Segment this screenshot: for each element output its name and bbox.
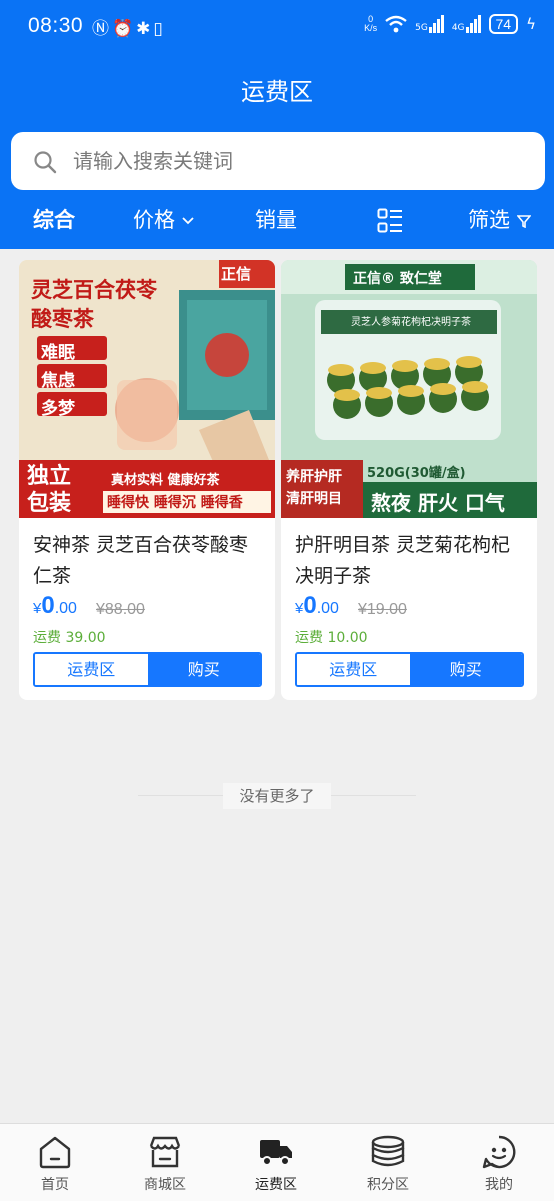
no-more-text: 没有更多了 [223, 783, 331, 809]
battery-icon: 74 [488, 14, 519, 34]
image-slogan-1: 真材实料 健康好茶 [111, 473, 220, 488]
net-speed: 0 K/s [364, 14, 378, 33]
search-input[interactable] [73, 132, 513, 190]
bluetooth-icon: ✱ [136, 19, 154, 39]
status-time: 08:30 [28, 14, 84, 37]
search-icon [34, 151, 57, 174]
shipping-zone-button[interactable]: 运费区 [35, 654, 148, 685]
tab-home[interactable]: 首页 [0, 1124, 110, 1201]
chevron-down-icon [182, 217, 194, 225]
shipping-fee: 运费 10.00 [295, 630, 368, 646]
product-card[interactable]: 正信 灵芝百合茯苓 酸枣茶 难眠 焦虑 多梦 独立 包装 真材实料 健康好茶 睡… [19, 260, 275, 700]
buy-button[interactable]: 购买 [147, 654, 260, 685]
product-price: ¥0.00 [33, 592, 77, 619]
sort-bar: 综合 价格 销量 筛选 [0, 200, 554, 240]
sort-sales[interactable]: 销量 [255, 204, 297, 234]
coins-icon [371, 1135, 405, 1167]
product-name[interactable]: 护肝明目茶 灵芝菊花枸杞决明子茶 [295, 530, 525, 592]
tab-label: 商城区 [144, 1177, 186, 1193]
home-icon [39, 1136, 71, 1169]
status-left-icons: Ⓝ⏰✱▯ [92, 14, 166, 39]
tab-label: 积分区 [367, 1177, 409, 1193]
image-box-label: 灵芝人参菊花枸杞决明子茶 [351, 317, 471, 328]
image-headline-2: 酸枣茶 [31, 307, 94, 331]
product-price: ¥0.00 [295, 592, 339, 619]
page-title: 运费区 [241, 78, 313, 106]
image-slogan-2: 睡得快 睡得沉 睡得香 [107, 495, 243, 511]
tab-points[interactable]: 积分区 [333, 1124, 443, 1201]
image-headline-1: 灵芝百合茯苓 [31, 278, 157, 302]
image-spec: 520G(30罐/盒) [367, 466, 466, 481]
sort-comprehensive[interactable]: 综合 [33, 204, 75, 234]
action-buttons: 运费区 购买 [295, 652, 524, 687]
signal-4g-icon: 4G [452, 15, 481, 33]
sort-filter[interactable]: 筛选 [468, 204, 532, 234]
filter-icon [515, 215, 532, 229]
status-right-icons: 0 K/s 5G 4G 74 ϟ [364, 14, 536, 34]
alarm-icon: ⏰ [112, 19, 137, 39]
shipping-zone-button[interactable]: 运费区 [297, 654, 410, 685]
image-badge: 正信® 致仁堂 [353, 271, 442, 287]
sort-price-label: 价格 [133, 208, 175, 232]
sort-filter-label: 筛选 [468, 208, 510, 232]
tab-label: 我的 [485, 1177, 513, 1193]
shipping-fee: 运费 39.00 [33, 630, 106, 646]
tab-profile[interactable]: 我的 [444, 1124, 554, 1201]
image-slogan: 熬夜 肝火 口气 [371, 491, 505, 515]
image-corner-2: 清肝明目 [286, 491, 342, 507]
profile-icon [482, 1135, 516, 1169]
original-price: ¥19.00 [358, 601, 407, 618]
action-buttons: 运费区 购买 [33, 652, 262, 687]
product-card[interactable]: 正信® 致仁堂 灵芝人参菊花枸杞决明子茶 520G(30罐/盒) 养肝护肝 清肝… [281, 260, 537, 700]
list-layout-icon[interactable] [377, 208, 403, 234]
vibrate-icon: ▯ [153, 19, 166, 39]
image-tag: 难眠 [41, 343, 75, 363]
header: 08:30 Ⓝ⏰✱▯ 0 K/s 5G 4G 74 ϟ 运费区 请输入搜索关键词… [0, 0, 554, 249]
image-corner-2: 包装 [27, 491, 72, 516]
tab-shop[interactable]: 商城区 [110, 1124, 220, 1201]
sort-price[interactable]: 价格 [133, 204, 194, 234]
signal-5g-icon: 5G [415, 15, 444, 33]
tab-bar: 首页 商城区 运费区 积分区 我的 [0, 1123, 554, 1201]
image-corner-1: 养肝护肝 [286, 469, 342, 485]
search-box[interactable] [11, 132, 545, 190]
tab-label: 首页 [41, 1177, 69, 1193]
tab-shipping-zone[interactable]: 运费区 [221, 1124, 331, 1201]
image-tag: 焦虑 [41, 371, 75, 391]
truck-icon [260, 1140, 292, 1166]
image-badge: 正信 [221, 265, 252, 283]
tab-label: 运费区 [255, 1177, 297, 1193]
shop-icon [149, 1136, 181, 1168]
wifi-icon [385, 15, 407, 33]
no-more-indicator: 没有更多了 [0, 783, 554, 809]
charging-icon: ϟ [526, 15, 536, 33]
original-price: ¥88.00 [96, 601, 145, 618]
buy-button[interactable]: 购买 [409, 654, 522, 685]
product-name[interactable]: 安神茶 灵芝百合茯苓酸枣仁茶 [33, 530, 263, 592]
image-tag: 多梦 [41, 399, 75, 419]
status-bar: 08:30 Ⓝ⏰✱▯ 0 K/s 5G 4G 74 ϟ [0, 0, 554, 56]
n-icon: Ⓝ [92, 19, 112, 39]
